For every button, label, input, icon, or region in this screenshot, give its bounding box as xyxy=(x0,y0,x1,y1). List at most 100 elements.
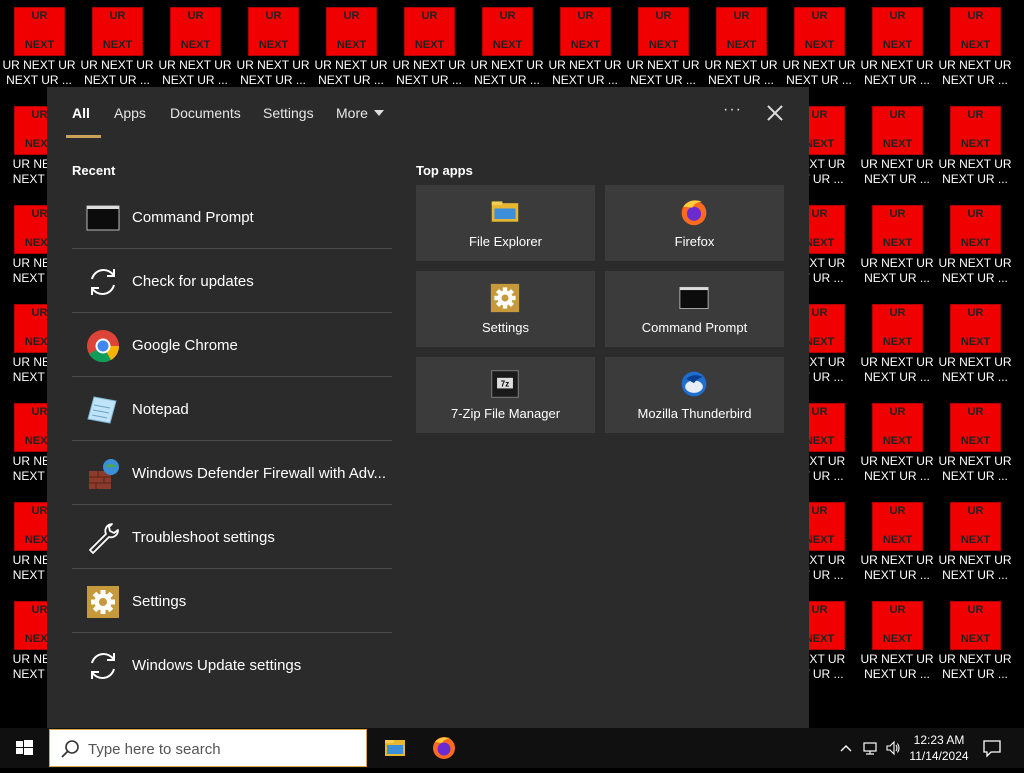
tile-text-top: UR xyxy=(967,10,984,22)
desktop-shortcut[interactable]: UR NEXT UR NEXT UR NEXT UR ... xyxy=(936,495,1014,594)
recent-item[interactable]: Windows Defender Firewall with Adv... xyxy=(72,441,392,505)
tile-text-bottom: NEXT xyxy=(648,39,679,51)
tile-text-top: UR xyxy=(265,10,282,22)
recent-item[interactable]: Windows Update settings xyxy=(72,633,392,696)
shortcut-tile-icon: UR NEXT xyxy=(950,106,1001,155)
volume-icon[interactable] xyxy=(885,740,901,756)
shortcut-label-line2: NEXT UR ... xyxy=(942,370,1008,384)
top-app-tile[interactable]: Settings xyxy=(416,271,595,347)
clock[interactable]: 12:23 AM 11/14/2024 xyxy=(905,732,973,764)
desktop-shortcut[interactable]: UR NEXT UR NEXT UR NEXT UR ... xyxy=(624,0,702,99)
tile-text-bottom: NEXT xyxy=(882,138,913,150)
tab-more[interactable]: More xyxy=(336,105,384,121)
top-app-tile[interactable]: Mozilla Thunderbird xyxy=(605,357,784,433)
tile-text-top: UR xyxy=(967,109,984,121)
tile-text-top: UR xyxy=(655,10,672,22)
shortcut-label-line2: NEXT UR ... xyxy=(942,667,1008,681)
desktop-shortcut[interactable]: UR NEXT UR NEXT UR NEXT UR ... xyxy=(78,0,156,99)
shortcut-label-line2: NEXT UR ... xyxy=(942,73,1008,87)
desktop-shortcut[interactable]: UR NEXT UR NEXT UR NEXT UR ... xyxy=(858,99,936,198)
shortcut-label-line2: NEXT UR ... xyxy=(474,73,540,87)
desktop-shortcut[interactable]: UR NEXT UR NEXT UR NEXT UR ... xyxy=(858,396,936,495)
shortcut-label-line1: UR NEXT UR xyxy=(860,157,934,171)
chevron-down-icon xyxy=(373,110,384,116)
tile-text-bottom: NEXT xyxy=(960,237,991,249)
desktop-shortcut[interactable]: UR NEXT UR NEXT UR NEXT UR ... xyxy=(936,99,1014,198)
desktop-shortcut[interactable]: UR NEXT UR NEXT UR NEXT UR ... xyxy=(936,396,1014,495)
shortcut-label-line1: UR NEXT UR xyxy=(938,256,1012,270)
desktop-shortcut[interactable]: UR NEXT UR NEXT UR NEXT UR ... xyxy=(780,0,858,99)
desktop-shortcut[interactable]: UR NEXT UR NEXT UR NEXT UR ... xyxy=(234,0,312,99)
recent-item[interactable]: Google Chrome xyxy=(72,313,392,377)
chevron-up-icon[interactable] xyxy=(838,740,854,756)
shortcut-tile-icon: UR NEXT xyxy=(794,7,845,56)
desktop-shortcut[interactable]: UR NEXT UR NEXT UR NEXT UR ... xyxy=(0,0,78,99)
shortcut-label: UR NEXT UR NEXT UR ... xyxy=(390,58,468,88)
thunderbird-icon xyxy=(679,369,711,399)
shortcut-tile-icon: UR NEXT xyxy=(170,7,221,56)
tab-settings[interactable]: Settings xyxy=(263,105,314,121)
tab-all[interactable]: All xyxy=(72,105,90,121)
shortcut-label: UR NEXT UR NEXT UR ... xyxy=(468,58,546,88)
desktop-shortcut[interactable]: UR NEXT UR NEXT UR NEXT UR ... xyxy=(156,0,234,99)
desktop-shortcut[interactable]: UR NEXT UR NEXT UR NEXT UR ... xyxy=(936,594,1014,693)
desktop-shortcut[interactable]: UR NEXT UR NEXT UR NEXT UR ... xyxy=(858,495,936,594)
desktop-shortcut[interactable]: UR NEXT UR NEXT UR NEXT UR ... xyxy=(936,198,1014,297)
shortcut-label-line1: UR NEXT UR xyxy=(314,58,388,72)
top-app-tile[interactable]: Command Prompt xyxy=(605,271,784,347)
recent-item[interactable]: Notepad xyxy=(72,377,392,441)
notification-icon[interactable] xyxy=(982,738,1002,758)
tile-text-bottom: NEXT xyxy=(492,39,523,51)
tile-text-top: UR xyxy=(889,406,906,418)
refresh-icon xyxy=(86,649,120,683)
shortcut-tile-icon: UR NEXT xyxy=(560,7,611,56)
desktop-shortcut[interactable]: UR NEXT UR NEXT UR NEXT UR ... xyxy=(312,0,390,99)
shortcut-label-line1: UR NEXT UR xyxy=(704,58,778,72)
shortcut-label-line1: UR NEXT UR xyxy=(860,355,934,369)
recent-item[interactable]: Troubleshoot settings xyxy=(72,505,392,569)
tab-apps[interactable]: Apps xyxy=(114,105,146,121)
tile-text-top: UR xyxy=(967,208,984,220)
network-icon[interactable] xyxy=(862,740,878,756)
top-app-label: 7-Zip File Manager xyxy=(450,406,561,421)
shortcut-label-line2: NEXT UR ... xyxy=(864,370,930,384)
shortcut-label-line1: UR NEXT UR xyxy=(2,58,76,72)
recent-item-label: Troubleshoot settings xyxy=(132,529,275,546)
recent-item[interactable]: Check for updates xyxy=(72,249,392,313)
tile-text-top: UR xyxy=(967,505,984,517)
recent-item[interactable]: Settings xyxy=(72,569,392,633)
top-app-tile[interactable]: Firefox xyxy=(605,185,784,261)
desktop-shortcut[interactable]: UR NEXT UR NEXT UR NEXT UR ... xyxy=(390,0,468,99)
desktop-shortcut[interactable]: UR NEXT UR NEXT UR NEXT UR ... xyxy=(858,297,936,396)
shortcut-tile-icon: UR NEXT xyxy=(950,403,1001,452)
shortcut-label: UR NEXT UR NEXT UR ... xyxy=(936,157,1014,187)
desktop-shortcut[interactable]: UR NEXT UR NEXT UR NEXT UR ... xyxy=(858,0,936,99)
close-icon[interactable] xyxy=(764,102,786,124)
desktop-shortcut[interactable]: UR NEXT UR NEXT UR NEXT UR ... xyxy=(702,0,780,99)
shortcut-label-line1: UR NEXT UR xyxy=(938,454,1012,468)
shortcut-tile-icon: UR NEXT xyxy=(950,205,1001,254)
tile-text-bottom: NEXT xyxy=(960,39,991,51)
desktop-shortcut[interactable]: UR NEXT UR NEXT UR NEXT UR ... xyxy=(858,594,936,693)
recent-item-label: Command Prompt xyxy=(132,209,254,226)
shortcut-label-line1: UR NEXT UR xyxy=(158,58,232,72)
top-app-tile[interactable]: 7z 7-Zip File Manager xyxy=(416,357,595,433)
tile-text-top: UR xyxy=(889,307,906,319)
tab-documents[interactable]: Documents xyxy=(170,105,241,121)
shortcut-label: UR NEXT UR NEXT UR ... xyxy=(0,58,78,88)
desktop-shortcut[interactable]: UR NEXT UR NEXT UR NEXT UR ... xyxy=(936,0,1014,99)
desktop-shortcut[interactable]: UR NEXT UR NEXT UR NEXT UR ... xyxy=(858,198,936,297)
more-options-icon[interactable]: ··· xyxy=(723,101,742,119)
desktop-shortcut[interactable]: UR NEXT UR NEXT UR NEXT UR ... xyxy=(936,297,1014,396)
recent-item[interactable]: Command Prompt xyxy=(72,185,392,249)
shortcut-label: UR NEXT UR NEXT UR ... xyxy=(858,652,936,682)
shortcut-label: UR NEXT UR NEXT UR ... xyxy=(936,652,1014,682)
top-app-tile[interactable]: File Explorer xyxy=(416,185,595,261)
shortcut-label: UR NEXT UR NEXT UR ... xyxy=(858,256,936,286)
desktop-shortcut[interactable]: UR NEXT UR NEXT UR NEXT UR ... xyxy=(546,0,624,99)
desktop-shortcut[interactable]: UR NEXT UR NEXT UR NEXT UR ... xyxy=(468,0,546,99)
shortcut-label: UR NEXT UR NEXT UR ... xyxy=(936,454,1014,484)
tile-text-top: UR xyxy=(889,109,906,121)
shortcut-tile-icon: UR NEXT xyxy=(14,7,65,56)
shortcut-tile-icon: UR NEXT xyxy=(950,502,1001,551)
